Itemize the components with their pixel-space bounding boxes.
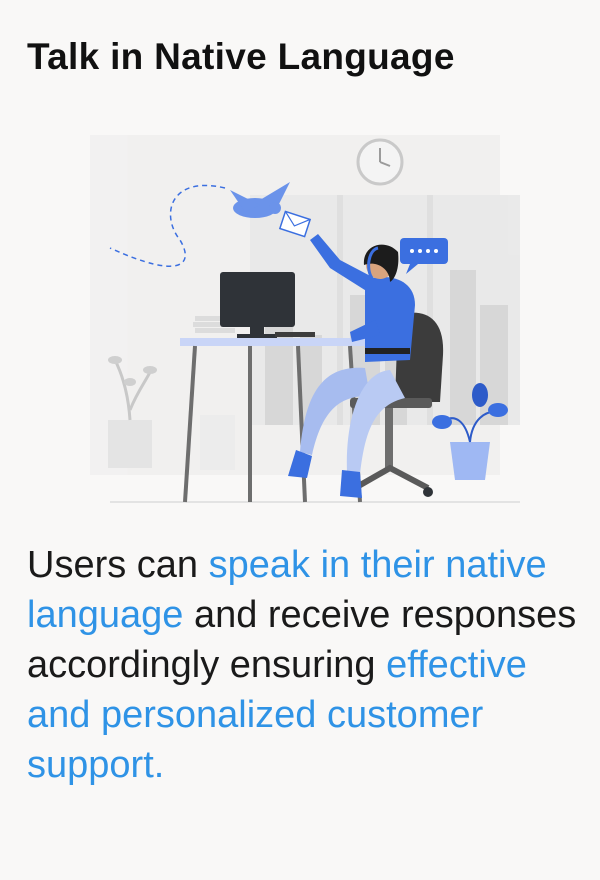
clock-icon (356, 138, 404, 186)
trash-bin (200, 415, 235, 470)
description-text: Users can (27, 544, 209, 586)
customer-support-agent-illustration (90, 135, 520, 503)
feature-card: Talk in Native Language Users can speak … (0, 0, 600, 880)
page-title: Talk in Native Language (27, 36, 455, 77)
keyboard (275, 332, 315, 337)
feature-description: Users can speak in their native language… (27, 540, 577, 790)
